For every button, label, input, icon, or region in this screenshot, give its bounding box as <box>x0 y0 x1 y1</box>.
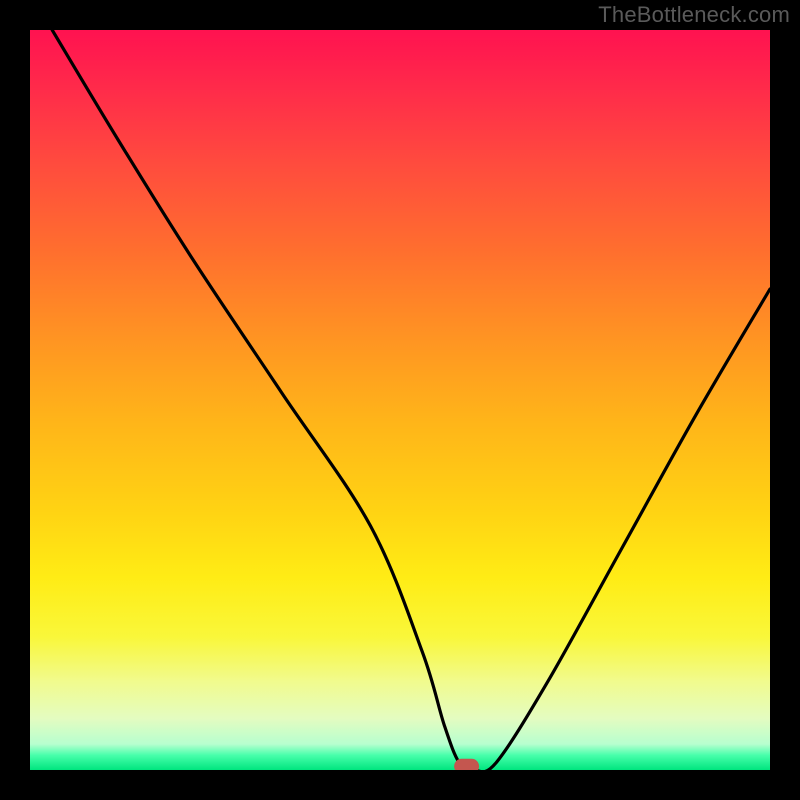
bottleneck-curve <box>52 30 770 770</box>
plot-area <box>30 30 770 770</box>
watermark-text: TheBottleneck.com <box>598 2 790 28</box>
optimum-marker <box>455 759 479 770</box>
bottleneck-curve-svg <box>30 30 770 770</box>
chart-frame: TheBottleneck.com <box>0 0 800 800</box>
